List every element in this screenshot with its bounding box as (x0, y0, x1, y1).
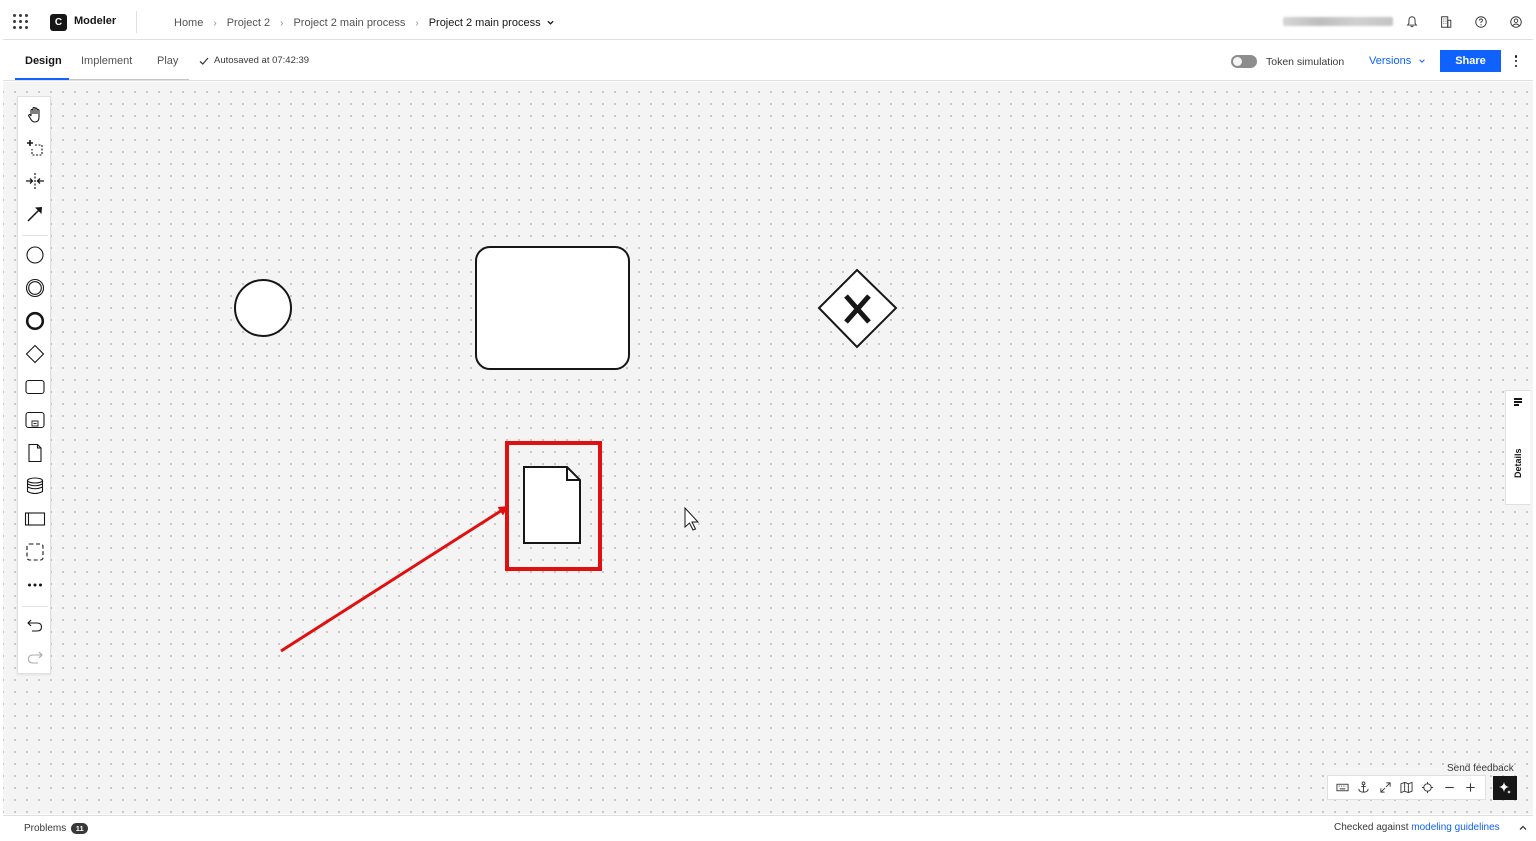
chevron-right-icon: › (415, 17, 419, 29)
breadcrumb-process[interactable]: Project 2 main process (293, 17, 405, 29)
data-object-shape[interactable] (523, 466, 581, 544)
problems-count-badge: 11 (71, 823, 89, 834)
autosave-status: Autosaved at 07:42:39 (199, 55, 309, 66)
ai-assistant-button[interactable] (1493, 776, 1517, 800)
breadcrumb-home[interactable]: Home (174, 17, 203, 29)
top-bar: C Modeler Home › Project 2 › Project 2 m… (3, 3, 1533, 40)
sparkle-icon (1499, 782, 1511, 794)
autosave-text: Autosaved at 07:42:39 (214, 55, 310, 66)
active-tab-indicator (15, 78, 69, 80)
zoom-in-icon[interactable] (1462, 780, 1478, 796)
send-feedback-link[interactable]: Send feedback (1447, 763, 1514, 774)
hand-tool-icon[interactable] (21, 101, 48, 128)
diagram-canvas[interactable] (3, 82, 1533, 814)
tab-implement[interactable]: Implement (81, 55, 132, 67)
overflow-menu-icon[interactable] (1511, 53, 1521, 69)
tab-design[interactable]: Design (25, 55, 62, 67)
guidelines-status: Checked against modeling guidelines (1334, 822, 1500, 833)
help-icon[interactable] (1473, 14, 1489, 30)
tab-play[interactable]: Play (157, 55, 178, 67)
product-name[interactable]: Modeler (74, 15, 116, 27)
checked-prefix: Checked against (1334, 822, 1409, 833)
pool-icon[interactable] (21, 505, 48, 532)
breadcrumb-project[interactable]: Project 2 (227, 17, 270, 29)
details-label: Details (1513, 448, 1523, 478)
end-event-icon[interactable] (21, 307, 48, 334)
data-store-icon[interactable] (21, 472, 48, 499)
breadcrumb-current[interactable]: Project 2 main process (429, 17, 541, 29)
connect-tool-icon[interactable] (21, 200, 48, 227)
group-icon[interactable] (21, 538, 48, 565)
details-panel-toggle[interactable]: Details (1505, 390, 1530, 505)
token-simulation-label: Token simulation (1266, 56, 1345, 68)
tab-divider (69, 79, 189, 80)
token-simulation-toggle[interactable] (1231, 55, 1257, 68)
user-name-redacted[interactable] (1283, 17, 1393, 26)
app-switcher-icon[interactable] (13, 14, 29, 30)
problems-label: Problems (24, 823, 67, 834)
chevron-up-icon[interactable] (1518, 823, 1528, 833)
intermediate-event-icon[interactable] (21, 274, 48, 301)
problems-toggle[interactable]: Problems 11 (24, 823, 89, 834)
versions-label: Versions (1369, 55, 1412, 67)
mode-tab-bar: Design Implement Play Autosaved at 07:42… (3, 41, 1533, 81)
subprocess-icon[interactable] (21, 406, 48, 433)
center-icon[interactable] (1420, 780, 1436, 796)
tool-palette (17, 96, 51, 674)
start-event-shape[interactable] (234, 279, 292, 337)
minimap-icon[interactable] (1398, 780, 1414, 796)
keyboard-icon[interactable] (1335, 780, 1351, 796)
chevron-down-icon (1419, 59, 1425, 63)
modeling-guidelines-link[interactable]: modeling guidelines (1411, 822, 1499, 833)
bell-icon[interactable] (1404, 14, 1420, 30)
chevron-right-icon: › (213, 17, 217, 29)
fullscreen-icon[interactable] (1377, 780, 1393, 796)
gateway-icon[interactable] (21, 340, 48, 367)
chevron-down-icon[interactable] (546, 18, 555, 29)
divider (136, 11, 137, 33)
share-button[interactable]: Share (1440, 50, 1501, 72)
redo-icon[interactable] (21, 643, 48, 670)
checkmark-icon (199, 57, 209, 65)
canvas-controls (1327, 775, 1486, 800)
breadcrumb: Home › Project 2 › Project 2 main proces… (174, 17, 555, 29)
panel-menu-icon (1514, 398, 1522, 407)
task-shape[interactable] (475, 246, 630, 370)
status-bar: Problems 11 Checked against modeling gui… (3, 815, 1533, 839)
undo-icon[interactable] (21, 611, 48, 638)
data-object-icon[interactable] (21, 439, 48, 466)
anchor-icon[interactable] (1356, 780, 1372, 796)
user-avatar-icon[interactable] (1508, 14, 1524, 30)
organization-icon[interactable] (1438, 14, 1454, 30)
start-event-icon[interactable] (21, 241, 48, 268)
camunda-logo: C (50, 14, 67, 31)
zoom-out-icon[interactable] (1441, 780, 1457, 796)
chevron-right-icon: › (280, 17, 284, 29)
task-icon[interactable] (21, 373, 48, 400)
versions-button[interactable]: Versions (1369, 55, 1426, 67)
lasso-tool-icon[interactable] (21, 134, 48, 161)
more-icon[interactable] (21, 571, 48, 598)
space-tool-icon[interactable] (21, 167, 48, 194)
